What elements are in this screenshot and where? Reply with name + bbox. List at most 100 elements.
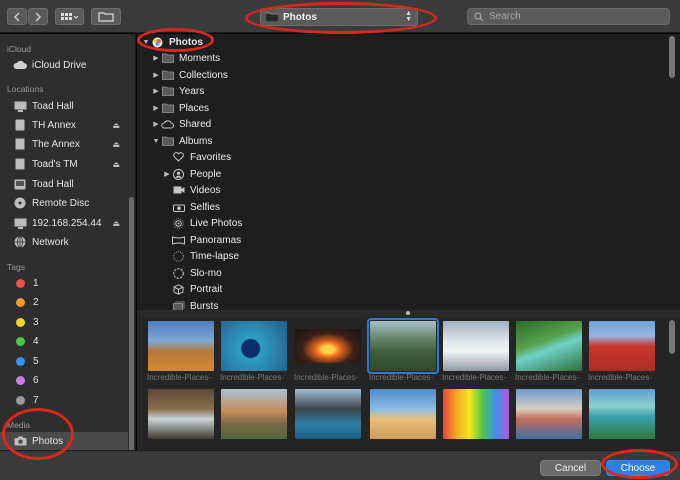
tree-row-photos[interactable]: ▼ Photos <box>141 34 203 50</box>
sidebar-item-th-annex[interactable]: TH Annex ⏏ <box>0 116 128 134</box>
sidebar-item-label: TH Annex <box>32 119 76 131</box>
photo-thumbnail[interactable] <box>295 389 361 439</box>
sidebar-item-tag-5[interactable]: 5 <box>0 352 128 370</box>
photo-caption: Incredible-Places- <box>294 373 359 382</box>
divider-handle[interactable] <box>406 311 410 315</box>
photo-thumbnail[interactable] <box>589 321 655 371</box>
photo-thumbnail[interactable] <box>148 321 214 371</box>
heart-icon <box>172 152 185 163</box>
photo-thumbnail[interactable] <box>443 389 509 439</box>
photo-thumbnail[interactable] <box>148 389 214 439</box>
folder-icon <box>161 70 174 81</box>
eject-icon[interactable]: ⏏ <box>112 140 120 149</box>
sidebar-item-label: 6 <box>33 374 39 386</box>
tree-row-albums[interactable]: ▼ Albums <box>151 133 213 149</box>
tree-row-label: Bursts <box>190 300 219 311</box>
tree-row-bursts[interactable]: Bursts <box>162 298 218 310</box>
photo-thumbnail[interactable] <box>221 321 287 371</box>
tree-row-label: Years <box>179 85 205 97</box>
disclosure-closed-icon[interactable]: ▶ <box>151 54 161 62</box>
split-view-divider[interactable] <box>137 310 680 317</box>
sidebar-item-tag-6[interactable]: 6 <box>0 371 128 389</box>
tree-row-favorites[interactable]: Favorites <box>162 149 231 165</box>
photo-thumbnail[interactable] <box>370 389 436 439</box>
sidebar-item-label: Network <box>32 236 69 248</box>
tree-row-panoramas[interactable]: Panoramas <box>162 232 241 248</box>
photo-thumbnail[interactable] <box>516 321 582 371</box>
display-icon <box>13 217 27 229</box>
tree-scrollbar[interactable] <box>669 36 675 78</box>
tree-row-portrait[interactable]: Portrait <box>162 281 222 297</box>
photo-caption: Incredible-Places- <box>220 373 285 382</box>
photo-thumbnail[interactable] <box>295 329 361 363</box>
sidebar-item-network[interactable]: Network <box>0 233 128 251</box>
photo-grid: Incredible-Places- Incredible-Places- In… <box>137 317 680 450</box>
tree-row-label: Selfies <box>190 201 221 213</box>
tree-row-videos[interactable]: Videos <box>162 182 220 198</box>
chevron-left-icon <box>13 11 20 22</box>
sidebar-item-tag-2[interactable]: 2 <box>0 293 128 311</box>
tree-row-shared[interactable]: ▶ Shared <box>151 116 211 132</box>
photos-app-icon <box>151 37 164 48</box>
tree-row-slo-mo[interactable]: Slo-mo <box>162 265 222 281</box>
path-popup[interactable]: Photos ▲ ▼ <box>260 8 418 26</box>
tree-row-places[interactable]: ▶ Places <box>151 100 209 116</box>
sidebar-item-toads-tm[interactable]: Toad's TM ⏏ <box>0 155 128 173</box>
search-field[interactable]: Search <box>467 8 670 25</box>
back-button[interactable] <box>7 8 27 25</box>
tree-row-moments[interactable]: ▶ Moments <box>151 50 220 66</box>
disclosure-open-icon[interactable]: ▼ <box>141 39 151 46</box>
timelapse-icon <box>172 250 185 262</box>
tree-row-collections[interactable]: ▶ Collections <box>151 67 228 83</box>
new-folder-button[interactable] <box>91 8 121 25</box>
outline-view: ▼ Photos ▶ Moments ▶ Collections ▶ Years… <box>137 34 680 310</box>
sidebar-item-network-host[interactable]: 192.168.254.44 ⏏ <box>0 214 128 232</box>
tree-row-people[interactable]: ▶ People <box>162 166 221 182</box>
eject-icon[interactable]: ⏏ <box>112 160 120 169</box>
photo-thumbnail[interactable] <box>516 389 582 439</box>
disclosure-closed-icon[interactable]: ▶ <box>151 87 161 95</box>
view-options-button[interactable] <box>55 8 84 25</box>
eject-icon[interactable]: ⏏ <box>112 219 120 228</box>
photo-thumbnail[interactable] <box>589 389 655 439</box>
tree-row-label: Slo-mo <box>190 267 222 279</box>
sidebar-item-icloud-drive[interactable]: iCloud Drive <box>0 56 128 74</box>
sidebar-item-tag-3[interactable]: 3 <box>0 313 128 331</box>
sidebar-item-tag-7[interactable]: 7 <box>0 391 128 409</box>
disclosure-open-icon[interactable]: ▼ <box>151 138 161 145</box>
sidebar-item-tag-1[interactable]: 1 <box>0 274 128 292</box>
tag-green-icon <box>16 336 25 346</box>
panorama-icon <box>172 235 185 246</box>
eject-icon[interactable]: ⏏ <box>112 121 120 130</box>
disclosure-closed-icon[interactable]: ▶ <box>151 104 161 112</box>
sidebar-item-the-annex[interactable]: The Annex ⏏ <box>0 135 128 153</box>
sidebar-item-toad-hall-drive[interactable]: Toad Hall <box>0 175 128 193</box>
sidebar: iCloud iCloud Drive Locations Toad Hall … <box>0 34 136 450</box>
photo-thumbnail[interactable] <box>221 389 287 439</box>
tag-blue-icon <box>16 356 25 366</box>
tree-row-years[interactable]: ▶ Years <box>151 83 204 99</box>
sidebar-item-photos[interactable]: Photos <box>0 432 128 450</box>
path-popup-label: Photos <box>283 11 317 23</box>
cancel-button[interactable]: Cancel <box>540 460 601 476</box>
tree-row-time-lapse[interactable]: Time-lapse <box>162 248 239 264</box>
sidebar-item-label: 192.168.254.44 <box>32 217 102 229</box>
sidebar-item-tag-4[interactable]: 4 <box>0 332 128 350</box>
disclosure-closed-icon[interactable]: ▶ <box>162 170 172 178</box>
photo-caption: Incredible-Places- <box>147 373 212 382</box>
drive-icon <box>13 158 27 170</box>
grid-scrollbar[interactable] <box>669 320 675 354</box>
photo-thumbnail[interactable] <box>443 321 509 371</box>
forward-button[interactable] <box>28 8 48 25</box>
photo-thumbnail-selected[interactable] <box>367 318 439 374</box>
choose-button[interactable]: Choose <box>606 460 670 476</box>
sidebar-item-toad-hall[interactable]: Toad Hall <box>0 97 128 115</box>
tree-row-live-photos[interactable]: Live Photos <box>162 215 242 231</box>
tree-row-label: Albums <box>179 135 213 147</box>
disclosure-closed-icon[interactable]: ▶ <box>151 71 161 79</box>
tree-row-selfies[interactable]: Selfies <box>162 199 220 215</box>
disclosure-closed-icon[interactable]: ▶ <box>151 120 161 128</box>
sidebar-scrollbar[interactable] <box>129 197 134 450</box>
sidebar-item-remote-disc[interactable]: Remote Disc <box>0 194 128 212</box>
cube-icon <box>172 283 185 295</box>
